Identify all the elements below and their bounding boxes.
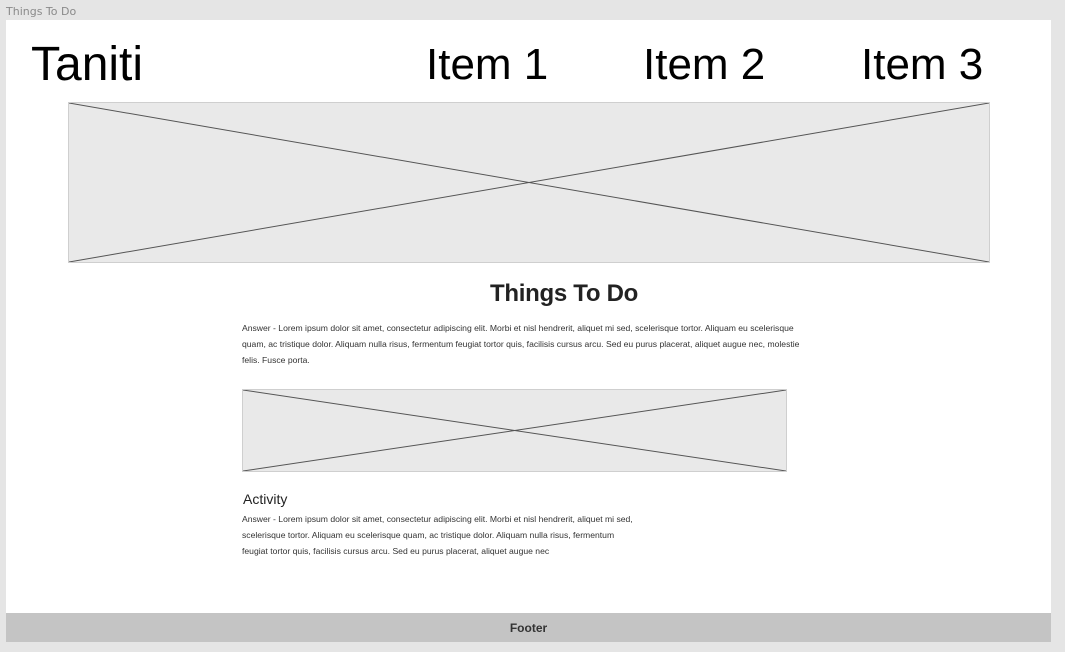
frame-label: Things To Do (6, 5, 77, 18)
footer: Footer (6, 613, 1051, 642)
activity-heading: Activity (243, 491, 288, 507)
activity-paragraph: Answer - Lorem ipsum dolor sit amet, con… (242, 514, 633, 556)
page-frame: Taniti Item 1 Item 2 Item 3 Things To Do… (6, 20, 1051, 642)
brand-logo[interactable]: Taniti (31, 38, 143, 92)
nav-item-3[interactable]: Item 3 (861, 40, 983, 90)
image-placeholder-icon (243, 390, 786, 471)
page-title: Things To Do (490, 280, 638, 307)
nav-item-2[interactable]: Item 2 (643, 40, 765, 90)
intro-paragraph: Answer - Lorem ipsum dolor sit amet, con… (242, 323, 800, 365)
hero-image-placeholder (68, 102, 990, 263)
section-image-placeholder (242, 389, 787, 472)
nav-item-1[interactable]: Item 1 (426, 40, 548, 90)
footer-label: Footer (509, 620, 548, 635)
image-placeholder-icon (69, 103, 989, 262)
